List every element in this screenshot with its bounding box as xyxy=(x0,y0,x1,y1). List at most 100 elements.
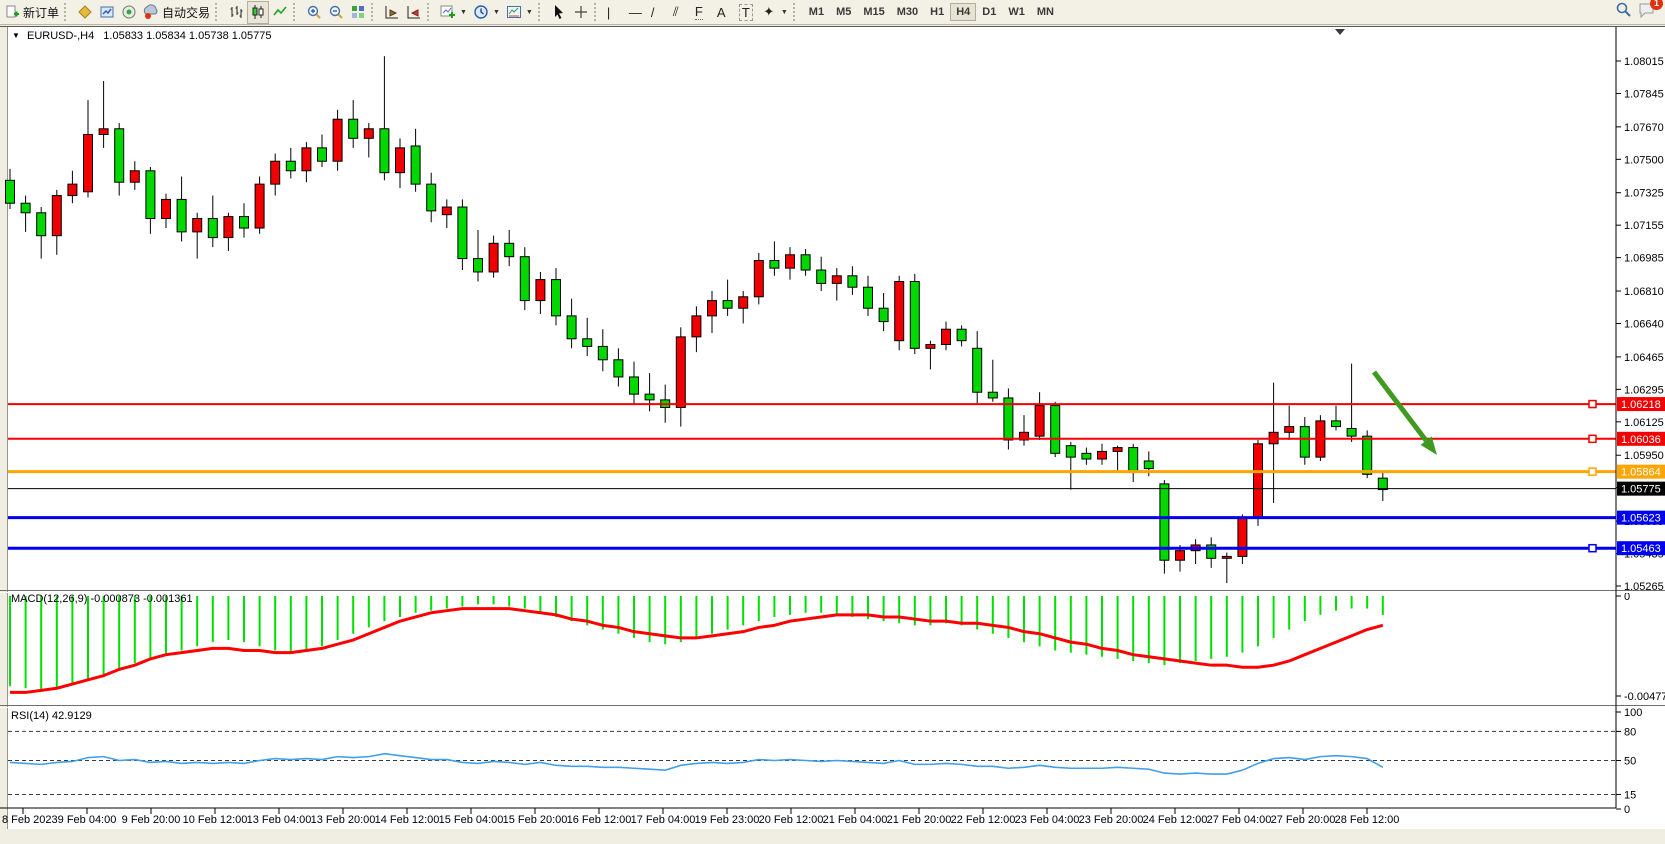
circle-signal-button[interactable] xyxy=(118,2,140,23)
price-tag-label: 1.05463 xyxy=(1621,543,1661,555)
candle-body xyxy=(1051,406,1060,454)
candle-body xyxy=(1363,436,1372,474)
candle-body xyxy=(895,282,904,341)
period-button[interactable]: ▼ xyxy=(470,2,503,23)
candle-body xyxy=(99,129,108,135)
rsi-axis-label: 80 xyxy=(1624,726,1636,738)
candlestick-icon xyxy=(250,4,266,20)
price-axis-label: 1.06465 xyxy=(1624,352,1664,364)
cursor-button[interactable] xyxy=(548,2,570,23)
timeframe-w1-button[interactable]: W1 xyxy=(1002,3,1031,21)
candle-body xyxy=(1222,556,1231,558)
horizontal-line-button[interactable]: — xyxy=(626,2,648,23)
candle-body xyxy=(676,337,685,408)
autotrade-button[interactable]: 自动交易 xyxy=(140,2,213,23)
zoom-in-icon xyxy=(306,4,322,20)
chat-button[interactable]: 1 xyxy=(1638,2,1656,23)
candle-body xyxy=(1238,518,1247,556)
time-axis-label: 13 Feb 04:00 xyxy=(247,814,312,826)
price-axis-label: 1.08015 xyxy=(1624,56,1664,68)
fibonacci-button[interactable]: F xyxy=(692,2,714,23)
timeframe-h4-button[interactable]: H4 xyxy=(950,3,976,21)
new-chart-button[interactable]: ▼ xyxy=(437,2,470,23)
bar-chart-button[interactable] xyxy=(225,2,247,23)
shapes-button[interactable]: ✦ ▼ xyxy=(758,2,791,23)
price-axis-label: 1.06640 xyxy=(1624,319,1664,331)
candle-body xyxy=(146,171,155,219)
tile-windows-button[interactable] xyxy=(347,2,369,23)
candle-body xyxy=(1347,429,1356,437)
time-axis-label: 17 Feb 04:00 xyxy=(631,814,696,826)
new-order-icon xyxy=(6,5,20,19)
candle-body xyxy=(458,207,467,259)
candle-body xyxy=(645,394,654,400)
price-axis-label: 1.07670 xyxy=(1624,122,1664,134)
candle-body xyxy=(240,217,249,228)
chart-surface[interactable]: 1.080151.078451.076701.075001.073251.071… xyxy=(0,0,1665,844)
chart-window-button[interactable] xyxy=(96,2,118,23)
rsi-axis-label: 0 xyxy=(1624,804,1630,816)
toolbar-grip xyxy=(427,3,433,21)
zoom-in-button[interactable] xyxy=(303,2,325,23)
timeframe-m15-button[interactable]: M15 xyxy=(857,3,890,21)
candle-body xyxy=(193,219,202,232)
line-anchor-handle xyxy=(1589,435,1596,442)
time-axis-label: 9 Feb 20:00 xyxy=(122,814,181,826)
price-axis-label: 1.07500 xyxy=(1624,154,1664,166)
rsi-axis-label: 100 xyxy=(1624,707,1642,719)
text-button[interactable]: A xyxy=(714,2,736,23)
vertical-line-button[interactable]: | xyxy=(604,2,626,23)
line-chart-button[interactable] xyxy=(269,2,291,23)
candle-body xyxy=(879,308,888,321)
chart-canvas[interactable]: 1.080151.078451.076701.075001.073251.071… xyxy=(0,0,1665,839)
rsi-indicator-label: RSI(14) 42.9129 xyxy=(11,710,92,722)
macd-indicator-label: MACD(12,26,9) -0.000873 -0.001361 xyxy=(11,593,193,605)
zoom-out-button[interactable] xyxy=(325,2,347,23)
template-icon xyxy=(506,4,522,20)
autotrade-label: 自动交易 xyxy=(162,4,210,21)
auto-scroll-button[interactable] xyxy=(381,2,403,23)
timeframe-mn-button[interactable]: MN xyxy=(1031,3,1060,21)
trendline-button[interactable]: / xyxy=(648,2,670,23)
symbol-dropdown-icon[interactable]: ▼ xyxy=(12,31,20,40)
price-axis-label: 1.06810 xyxy=(1624,286,1664,298)
candle-body xyxy=(692,316,701,337)
label-icon: T xyxy=(739,4,753,21)
candle-body xyxy=(614,360,623,377)
label-button[interactable]: T xyxy=(736,2,758,23)
toolbar-grip xyxy=(371,3,377,21)
template-button[interactable]: ▼ xyxy=(503,2,536,23)
crosshair-button[interactable] xyxy=(570,2,592,23)
clock-period-icon xyxy=(473,4,489,20)
candle-body xyxy=(396,148,405,173)
search-icon[interactable] xyxy=(1615,1,1632,23)
timeframe-m5-button[interactable]: M5 xyxy=(830,3,857,21)
candle-body xyxy=(21,203,30,213)
chart-shift-button[interactable] xyxy=(403,2,425,23)
candle-body xyxy=(271,161,280,184)
timeframe-d1-button[interactable]: D1 xyxy=(976,3,1002,21)
candle-body xyxy=(708,301,717,316)
candle-body xyxy=(832,276,841,284)
timeframe-m1-button[interactable]: M1 xyxy=(803,3,830,21)
timeframe-m30-button[interactable]: M30 xyxy=(891,3,924,21)
new-order-button[interactable]: 新订单 xyxy=(3,2,62,23)
candle-body xyxy=(801,255,810,270)
macd-axis-label: -0.00477 xyxy=(1624,691,1665,703)
time-axis-label: 14 Feb 12:00 xyxy=(375,814,440,826)
vertical-line-icon: | xyxy=(607,5,610,20)
cursor-icon xyxy=(551,4,567,20)
timeframe-h1-button[interactable]: H1 xyxy=(924,3,950,21)
candle-body xyxy=(988,392,997,398)
time-axis-label: 15 Feb 20:00 xyxy=(503,814,568,826)
candle-body xyxy=(52,196,61,236)
price-tag-label: 1.05775 xyxy=(1621,484,1661,496)
time-axis-label: 9 Feb 04:00 xyxy=(58,814,117,826)
diamond-button[interactable] xyxy=(74,2,96,23)
new-chart-icon xyxy=(440,4,456,20)
chevron-down-icon: ▼ xyxy=(526,9,533,16)
candlestick-chart-button[interactable] xyxy=(247,1,269,24)
line-anchor-handle xyxy=(1589,468,1596,475)
channel-button[interactable]: ⫽ xyxy=(670,2,692,23)
chart-title-row[interactable]: ▼ EURUSD-,H4 1.05833 1.05834 1.05738 1.0… xyxy=(12,30,272,42)
